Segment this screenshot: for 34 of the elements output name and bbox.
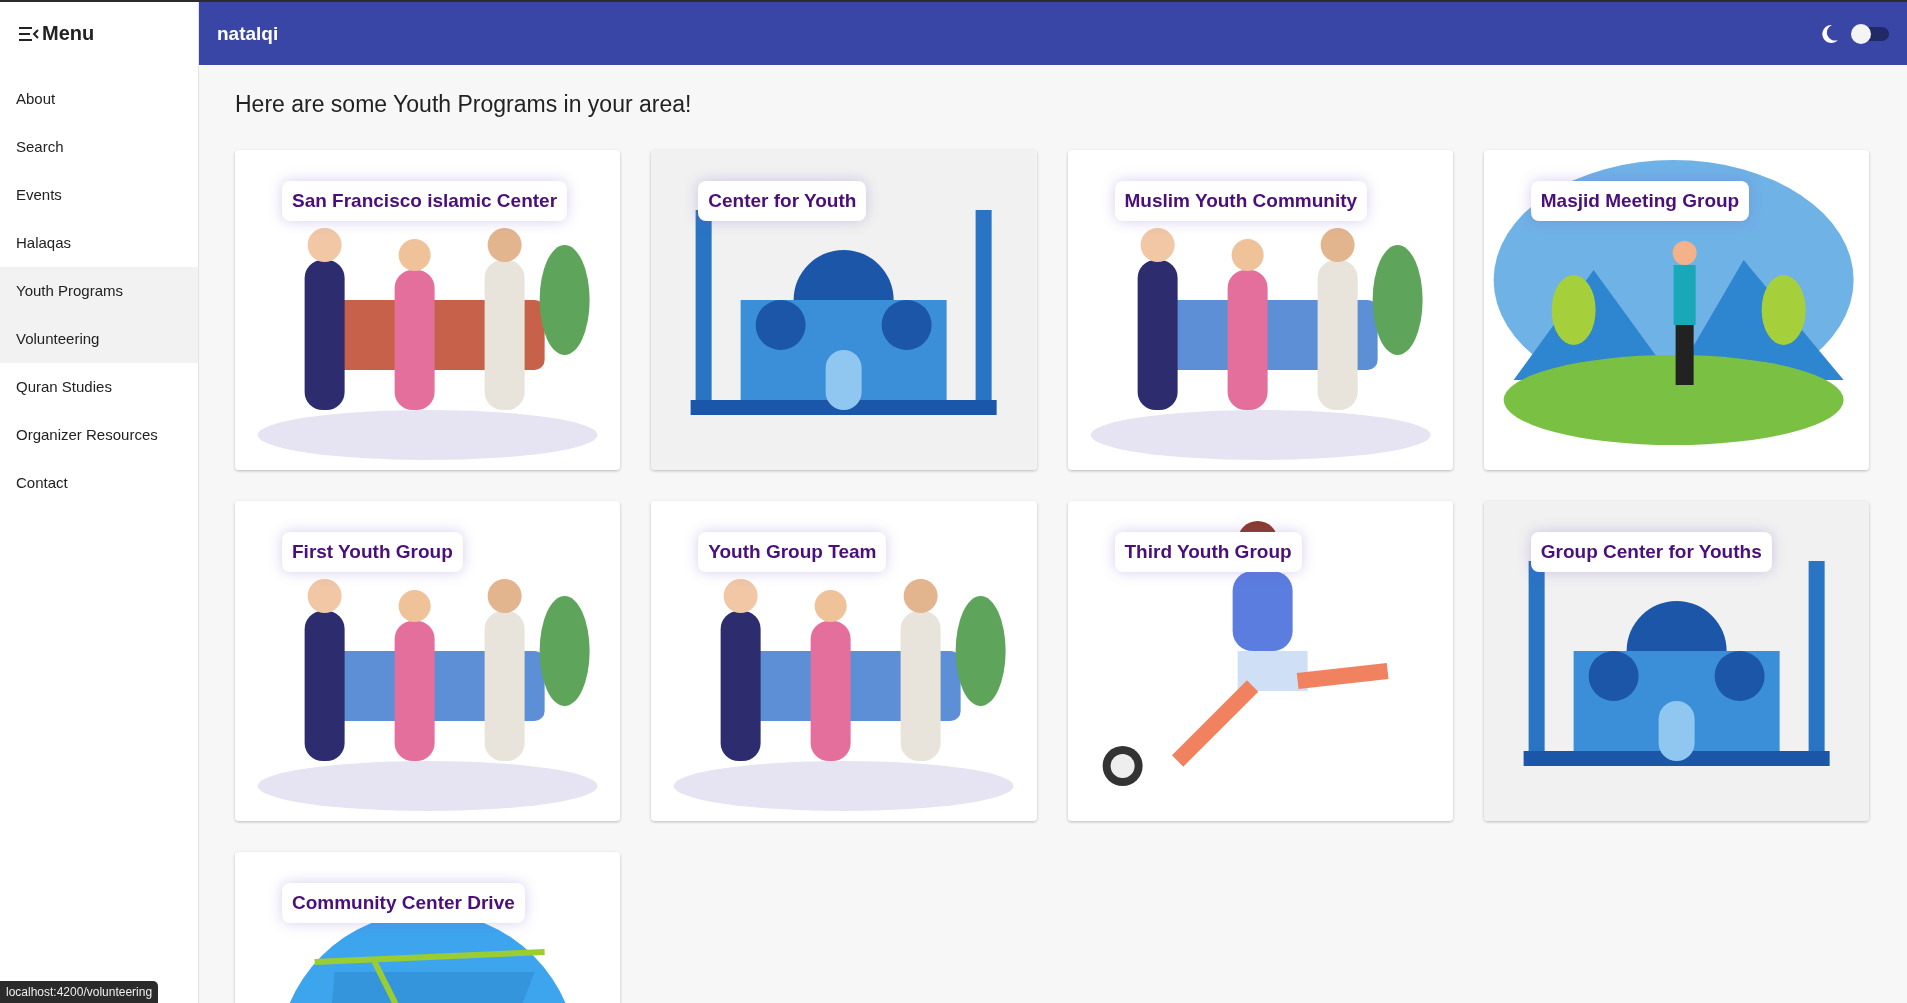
menu-icon[interactable] (18, 25, 40, 42)
status-url: localhost:4200/volunteering (0, 981, 159, 1003)
program-card[interactable]: First Youth Group (235, 501, 621, 821)
sidebar-item[interactable]: Events (0, 171, 198, 219)
program-card[interactable]: Center for Youth (651, 150, 1037, 470)
program-card[interactable]: Masjid Meeting Group (1483, 150, 1869, 470)
page-heading: Here are some Youth Programs in your area! (235, 91, 693, 118)
program-card[interactable]: Community Center Drive (235, 852, 621, 1003)
card-title: Youth Group Team (698, 532, 887, 572)
card-title: San Francisco islamic Center (282, 181, 568, 221)
program-card[interactable]: San Francisco islamic Center (235, 150, 621, 470)
sidebar-item[interactable]: Halaqas (0, 219, 198, 267)
dark-mode-toggle[interactable] (1853, 26, 1889, 41)
program-card[interactable]: Third Youth Group (1067, 501, 1453, 821)
card-title: First Youth Group (282, 532, 463, 572)
sidebar-item[interactable]: About (0, 75, 198, 123)
sidebar-item[interactable]: Contact (0, 459, 198, 507)
card-title: Muslim Youth Community (1114, 181, 1368, 221)
sidebar-item[interactable]: Youth Programs (0, 267, 198, 315)
app-title: natalqi (217, 22, 280, 45)
card-title: Group Center for Youths (1530, 532, 1772, 572)
sidebar-item[interactable]: Quran Studies (0, 363, 198, 411)
sidebar-item[interactable]: Organizer Resources (0, 411, 198, 459)
card-title: Center for Youth (698, 181, 867, 221)
card-title: Community Center Drive (282, 883, 525, 923)
moon-icon (1821, 23, 1839, 44)
program-card[interactable]: Group Center for Youths (1483, 501, 1869, 821)
program-card[interactable]: Youth Group Team (651, 501, 1037, 821)
card-title: Third Youth Group (1114, 532, 1302, 572)
sidebar-item[interactable]: Search (0, 123, 198, 171)
program-card[interactable]: Muslim Youth Community (1067, 150, 1453, 470)
card-title: Masjid Meeting Group (1530, 181, 1750, 221)
menu-title: Menu (42, 22, 95, 45)
sidebar-item[interactable]: Volunteering (0, 315, 198, 363)
